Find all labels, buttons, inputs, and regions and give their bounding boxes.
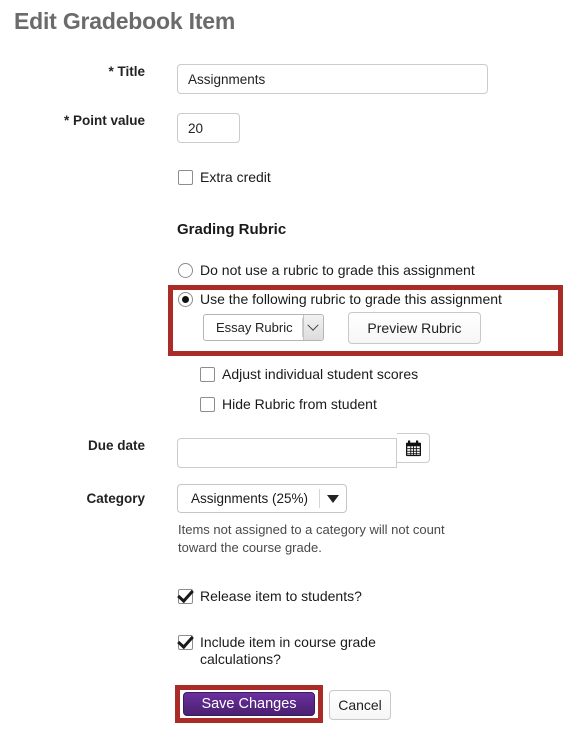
release-item-checkbox[interactable] [178,589,193,604]
rubric-option-use[interactable]: Use the following rubric to grade this a… [178,291,502,308]
title-input[interactable] [177,64,488,94]
release-item-option[interactable]: Release item to students? [178,588,362,605]
extra-credit-checkbox[interactable] [178,170,193,185]
category-row: Category [0,491,145,506]
due-date-row: Due date [0,438,397,468]
rubric-select-value: Essay Rubric [216,320,293,335]
adjust-scores-checkbox[interactable] [200,367,215,382]
release-item-label: Release item to students? [200,588,362,604]
adjust-scores-option[interactable]: Adjust individual student scores [200,366,418,383]
title-label: * Title [108,64,145,79]
save-changes-button[interactable]: Save Changes [183,692,315,716]
point-value-row: * Point value [0,113,240,143]
category-select-value: Assignments (25%) [191,491,309,506]
grading-rubric-heading: Grading Rubric [177,221,287,238]
adjust-scores-label: Adjust individual student scores [222,366,419,382]
point-value-field-wrap [177,113,240,143]
include-grade-checkbox[interactable] [178,635,193,650]
rubric-select[interactable]: Essay Rubric [203,314,324,341]
due-date-label: Due date [87,438,145,453]
rubric-none-label: Do not use a rubric to grade this assign… [200,262,475,278]
include-grade-option[interactable]: Include item in course grade calculation… [178,634,418,668]
extra-credit-label: Extra credit [200,169,271,185]
rubric-option-none[interactable]: Do not use a rubric to grade this assign… [178,262,475,279]
include-grade-label: Include item in course grade calculation… [200,634,376,667]
hide-rubric-checkbox[interactable] [200,397,215,412]
due-date-input[interactable] [177,438,397,468]
cancel-button[interactable]: Cancel [329,690,391,720]
hide-rubric-option[interactable]: Hide Rubric from student [200,396,377,413]
title-field-wrap [177,64,488,94]
hide-rubric-label: Hide Rubric from student [222,396,377,412]
rubric-use-radio[interactable] [178,292,193,307]
due-date-field-wrap [177,438,397,468]
category-select[interactable]: Assignments (25%) [177,484,348,513]
chevron-down-icon[interactable] [302,315,323,340]
calendar-icon [405,440,421,456]
rubric-use-label: Use the following rubric to grade this a… [200,291,502,307]
extra-credit-option[interactable]: Extra credit [178,169,271,186]
point-value-input[interactable] [177,113,240,143]
category-help-text: Items not assigned to a category will no… [178,522,445,555]
caret-down-icon[interactable] [320,494,346,503]
rubric-none-radio[interactable] [178,263,193,278]
calendar-picker-button[interactable] [397,433,430,463]
preview-rubric-button[interactable]: Preview Rubric [348,312,481,344]
point-value-label: * Point value [63,113,145,128]
category-label: Category [86,491,145,506]
page-title: Edit Gradebook Item [14,8,236,34]
title-row: * Title [0,64,488,94]
